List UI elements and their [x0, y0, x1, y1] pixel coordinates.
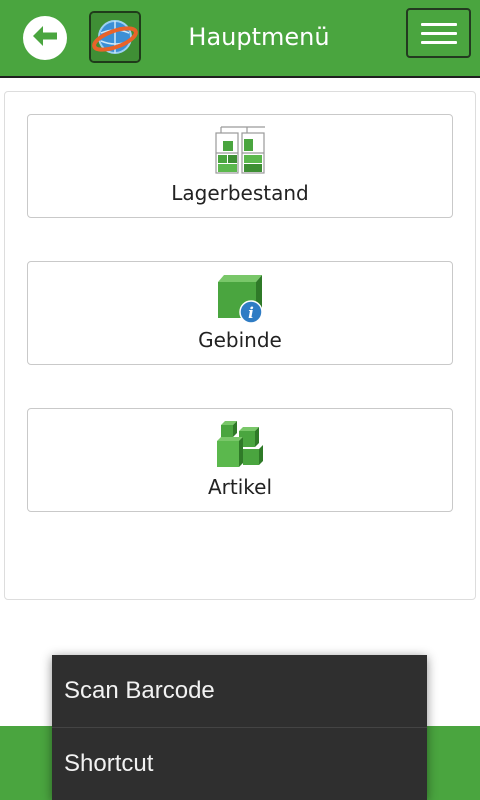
shelf-stock-icon	[213, 125, 267, 177]
back-button[interactable]	[23, 16, 67, 60]
stacked-boxes-icon	[213, 419, 267, 471]
menu-tile-label: Artikel	[207, 475, 273, 499]
menu-item-scan-barcode[interactable]: Scan Barcode	[52, 655, 427, 727]
menu-tile-gebinde[interactable]: i Gebinde	[27, 261, 453, 365]
menu-item-shortcut[interactable]: Shortcut	[52, 728, 427, 800]
globe-orbit-logo	[89, 11, 141, 63]
app-header: Hauptmenü	[0, 0, 480, 78]
hamburger-menu-button[interactable]	[406, 8, 471, 58]
container-info-icon: i	[213, 272, 267, 324]
hamburger-menu-icon	[420, 22, 457, 26]
menu-tile-label: Gebinde	[198, 328, 282, 352]
popup-menu: Scan Barcode Shortcut	[52, 655, 427, 800]
page-title: Hauptmenü	[188, 23, 330, 51]
menu-tile-label: Lagerbestand	[171, 181, 309, 205]
menu-tile-lagerbestand[interactable]: Lagerbestand	[27, 114, 453, 218]
menu-tile-artikel[interactable]: Artikel	[27, 408, 453, 512]
svg-text:i: i	[248, 304, 254, 322]
arrow-left-icon	[31, 24, 59, 52]
